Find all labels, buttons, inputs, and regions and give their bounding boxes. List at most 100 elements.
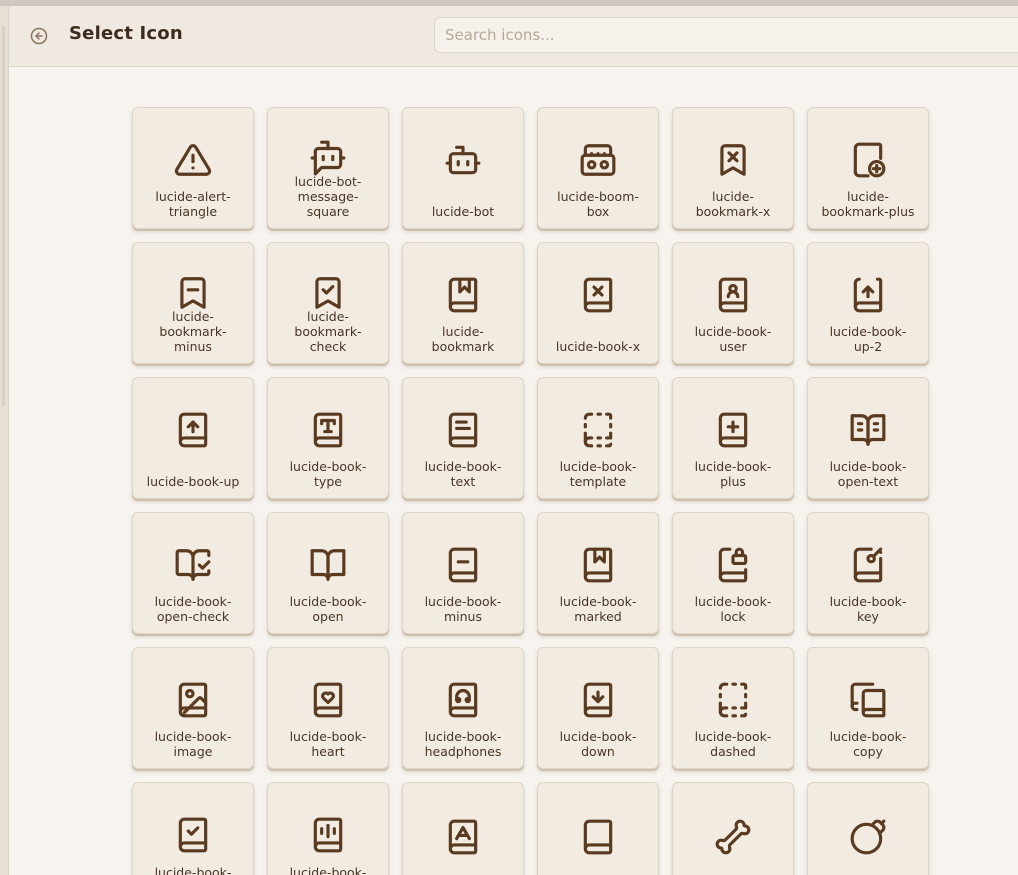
bot-icon (444, 141, 482, 179)
icon-tile[interactable]: lucide-book-plus (672, 377, 794, 499)
icon-label-line: dashed (710, 744, 756, 759)
icon-label: lucide-book-user (679, 324, 787, 354)
icon-label-line: lucide-book- (694, 324, 772, 339)
icon-tile[interactable]: lucide-book-open-check (132, 512, 254, 634)
icon-label: lucide-book-text (409, 459, 517, 489)
icon-label: lucide-book-lock (679, 594, 787, 624)
icon-tile[interactable]: lucide-book-headphones (402, 647, 524, 769)
book-user-icon (714, 276, 752, 314)
icon-tile[interactable]: lucide-book-open (267, 512, 389, 634)
icon-label-line: lucide-book- (829, 324, 907, 339)
icon-tile[interactable]: lucide-book-up (132, 377, 254, 499)
icon-label: lucide-bot (409, 204, 517, 219)
icon-tile[interactable]: lucide-book-key (807, 512, 929, 634)
icon-tile[interactable]: lucide-bookmark (402, 242, 524, 364)
icon-tile[interactable]: lucide-bookmark-minus (132, 242, 254, 364)
icon-label: lucide-bot-message-square (274, 174, 382, 219)
icon-label: lucide-book-down (544, 729, 652, 759)
book-x-icon (579, 276, 617, 314)
icon-tile[interactable]: lucide-book-up-2 (807, 242, 929, 364)
icon-tile[interactable]: lucide-book- (267, 782, 389, 875)
icon-tile[interactable]: lucide-bot (402, 107, 524, 229)
icon-tile[interactable]: lucide-book-dashed (672, 647, 794, 769)
icon-tile[interactable]: lucide-book-user (672, 242, 794, 364)
icon-tile[interactable]: lucide-alert-triangle (132, 107, 254, 229)
icon-tile[interactable]: lucide-boom-box (537, 107, 659, 229)
search-input[interactable] (434, 17, 1018, 53)
bone-icon (714, 818, 752, 856)
book-headphones-icon (444, 681, 482, 719)
book-check-icon (174, 816, 212, 854)
icon-label-line: lucide-book- (154, 729, 232, 744)
icon-tile[interactable]: lucide-book-text (402, 377, 524, 499)
icon-label: lucide-book-template (544, 459, 652, 489)
icon-grid-area: lucide-alert-triangle lucide-bot-message-… (9, 67, 1018, 875)
icon-tile[interactable]: lucide-book-type (267, 377, 389, 499)
icon-label-line: open (312, 609, 344, 624)
icon-label-line: lucide-book-x (555, 339, 641, 354)
icon-tile[interactable] (402, 782, 524, 875)
icon-label: lucide-book-open-check (139, 594, 247, 624)
icon-label: lucide-bookmark-minus (139, 309, 247, 354)
book-type-icon (309, 411, 347, 449)
icon-label-line: key (857, 609, 879, 624)
icon-label-line: lucide-book- (694, 729, 772, 744)
book-text-icon (444, 411, 482, 449)
icon-label-line: lucide-book- (424, 729, 502, 744)
icon-tile[interactable]: lucide-book-minus (402, 512, 524, 634)
icon-tile[interactable]: lucide-book-heart (267, 647, 389, 769)
icon-label-line: bookmark-x (695, 204, 771, 219)
icon-tile[interactable] (672, 782, 794, 875)
icon-label: lucide-book- (274, 865, 382, 875)
icon-label-line: square (306, 204, 350, 219)
book-open-icon (309, 546, 347, 584)
icon-label-line: copy (853, 744, 883, 759)
icon-tile[interactable]: lucide-book-marked (537, 512, 659, 634)
icon-tile[interactable]: lucide-book-open-text (807, 377, 929, 499)
icon-tile[interactable]: lucide-bookmark-x (672, 107, 794, 229)
icon-label-line: check (309, 339, 347, 354)
icon-label-line: bookmark- (159, 324, 227, 339)
icon-tile[interactable]: lucide-bot-message-square (267, 107, 389, 229)
icon-tile[interactable]: lucide-book- (132, 782, 254, 875)
back-button[interactable] (30, 27, 48, 45)
book-copy-icon (849, 681, 887, 719)
icon-label-line: heart (311, 744, 345, 759)
icon-label-line: lucide-book- (694, 459, 772, 474)
page-title: Select Icon (69, 23, 183, 44)
icon-label-line: minus (443, 609, 482, 624)
icon-tile[interactable]: lucide-book-lock (672, 512, 794, 634)
book-image-icon (174, 681, 212, 719)
icon-label-line: open-check (156, 609, 230, 624)
icon-tile[interactable]: lucide-book-down (537, 647, 659, 769)
icon-label-line: bookmark- (294, 324, 362, 339)
left-scrollbar[interactable] (2, 26, 5, 406)
bot-message-square-icon (309, 139, 347, 177)
icon-label: lucide-bookmark-check (274, 309, 382, 354)
icon-tile[interactable] (807, 782, 929, 875)
icon-label-line: marked (574, 609, 622, 624)
book-open-text-icon (849, 411, 887, 449)
icon-tile[interactable]: lucide-book-image (132, 647, 254, 769)
book-open-check-icon (174, 546, 212, 584)
icon-label-line: type (314, 474, 342, 489)
icon-label: lucide-book-up-2 (814, 324, 922, 354)
icon-label-line: lucide-book- (154, 865, 232, 875)
icon-label-line: bookmark-plus (821, 204, 915, 219)
icon-label-line: bookmark (431, 339, 495, 354)
icon-tile[interactable]: lucide-book-x (537, 242, 659, 364)
icon-label: lucide-book-open-text (814, 459, 922, 489)
icon-label-line: box (586, 204, 610, 219)
bomb-icon (849, 818, 887, 856)
icon-label-line: lucide-book- (289, 459, 367, 474)
icon-label-line: user (719, 339, 747, 354)
icon-tile[interactable] (537, 782, 659, 875)
icon-tile[interactable]: lucide-bookmark-plus (807, 107, 929, 229)
icon-tile[interactable]: lucide-book-template (537, 377, 659, 499)
book-template-icon (579, 411, 617, 449)
icon-tile[interactable]: lucide-book-copy (807, 647, 929, 769)
icon-label-line: template (569, 474, 627, 489)
icon-label-line: lucide-book- (559, 594, 637, 609)
icon-tile[interactable]: lucide-bookmark-check (267, 242, 389, 364)
icon-label: lucide-book-minus (409, 594, 517, 624)
